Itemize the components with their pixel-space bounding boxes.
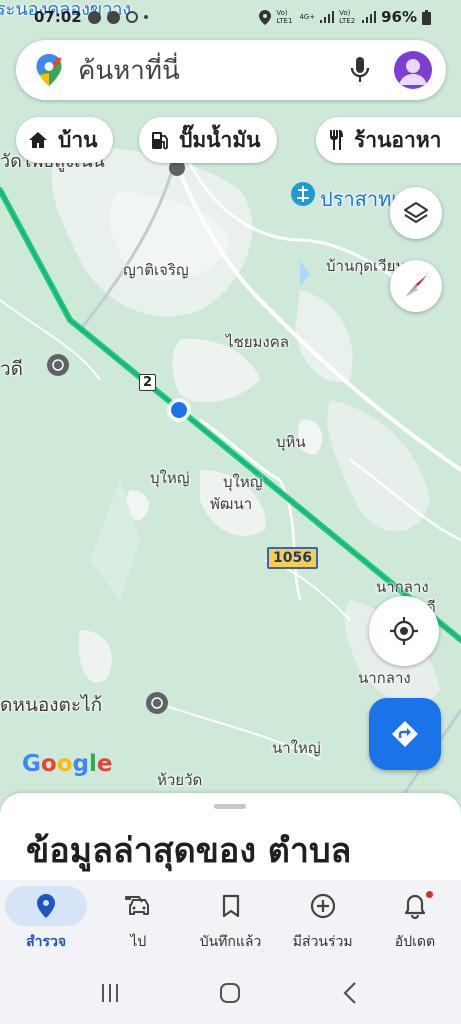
nav-updates[interactable]: อัปเดต (369, 880, 461, 966)
restaurant-icon (328, 129, 344, 151)
sheet-drag-handle[interactable] (214, 804, 246, 809)
compass-icon (405, 275, 427, 297)
nav-label: มีส่วนร่วม (292, 934, 353, 950)
account-avatar-button[interactable] (394, 51, 432, 89)
nav-saved[interactable]: บันทึกแล้ว (184, 880, 276, 966)
home-button[interactable] (218, 981, 242, 1009)
place-label[interactable]: บุใหญ่ (150, 466, 190, 490)
recent-apps-button[interactable] (99, 982, 121, 1008)
add-circle-icon (310, 893, 335, 919)
nav-go[interactable]: ไป (92, 880, 184, 966)
bottom-sheet[interactable]: ข้อมูลล่าสุดของ ตำบล (0, 793, 461, 893)
nav-label: บันทึกแล้ว (199, 934, 262, 950)
notification-icon (125, 11, 138, 23)
directions-button[interactable] (369, 698, 441, 770)
sim1-label: Vo) LTE1 (276, 9, 293, 25)
chip-label: ร้านอาหา (354, 127, 442, 152)
home-square-icon (220, 983, 241, 1003)
search-bar[interactable]: ค้นหาที่นี่ (16, 40, 446, 100)
google-logo: Google (22, 751, 113, 777)
nav-label: อัปเดต (394, 934, 436, 950)
more-dot-icon (143, 15, 148, 19)
signal-icon (362, 11, 377, 23)
car-icon (125, 896, 150, 915)
layers-icon (404, 202, 428, 223)
compass-button[interactable] (390, 260, 442, 312)
avatar-icon (399, 59, 427, 85)
place-label[interactable]: ห้วยวัด (157, 768, 202, 792)
back-button[interactable] (340, 981, 362, 1009)
place-label[interactable]: ไชยมงคล (226, 330, 289, 354)
place-label[interactable]: บุหิน (276, 430, 306, 454)
bottom-navigation: สำรวจ ไป บันทึกแล้ว มีส่วนร่วม อัปเดต (0, 880, 461, 966)
messenger-icon (87, 10, 101, 24)
chip-home[interactable]: บ้าน (16, 117, 114, 163)
battery-percent: 96% (381, 8, 417, 26)
place-label[interactable]: นาใหญ่ (272, 736, 321, 760)
microphone-icon (350, 57, 370, 82)
place-label[interactable]: บุใหญ่ (223, 470, 263, 494)
gas-station-icon (151, 130, 169, 150)
my-location-button[interactable] (369, 596, 439, 666)
battery-icon (422, 9, 431, 25)
route-2-shield: 2 (139, 374, 157, 391)
sheet-title: ข้อมูลล่าสุดของ ตำบล (26, 831, 352, 871)
bell-icon (404, 894, 426, 919)
directions-icon (392, 721, 418, 747)
chat-icon (106, 10, 120, 24)
system-navigation-bar (0, 966, 461, 1024)
back-chevron-icon (343, 982, 356, 1004)
chip-label: บ้าน (58, 127, 98, 152)
status-time: 07:02 (34, 8, 82, 26)
place-label[interactable]: ญาติเจริญ (123, 258, 189, 282)
nav-explore[interactable]: สำรวจ (0, 880, 92, 966)
place-label[interactable]: วดี (0, 354, 23, 384)
google-maps-pin-icon (36, 54, 62, 86)
status-bar: 07:02 Vo) LTE1 4G+ Vo) LTE2 96% (0, 0, 461, 34)
chip-label: ปั๊มน้ำมัน (179, 127, 261, 152)
voice-search-button[interactable] (344, 54, 376, 86)
nav-label: สำรวจ (26, 934, 67, 950)
place-label[interactable]: ดหนองตะไก้ (0, 690, 102, 720)
location-icon (259, 9, 272, 25)
bookmark-icon (222, 894, 239, 918)
home-icon (28, 130, 48, 150)
nav-label: ไป (130, 934, 147, 950)
chip-gas-station[interactable]: ปั๊มน้ำมัน (139, 117, 277, 163)
explore-pin-icon (37, 894, 56, 918)
notification-badge (425, 891, 433, 898)
nav-contribute[interactable]: มีส่วนร่วม (277, 880, 369, 966)
network-label: 4G+ (299, 13, 316, 21)
signal-icon (320, 11, 335, 23)
sim2-label: Vo) LTE2 (339, 9, 356, 25)
place-label[interactable]: พัฒนา (210, 492, 252, 516)
chip-restaurant[interactable]: ร้านอาหา (316, 117, 461, 163)
crosshair-icon (390, 617, 418, 645)
recent-apps-icon (101, 984, 118, 1002)
place-label[interactable]: นากลาง (358, 666, 411, 690)
layers-button[interactable] (390, 187, 442, 239)
route-1056-shield: 1056 (267, 547, 318, 569)
search-input[interactable]: ค้นหาที่นี่ (78, 50, 344, 91)
